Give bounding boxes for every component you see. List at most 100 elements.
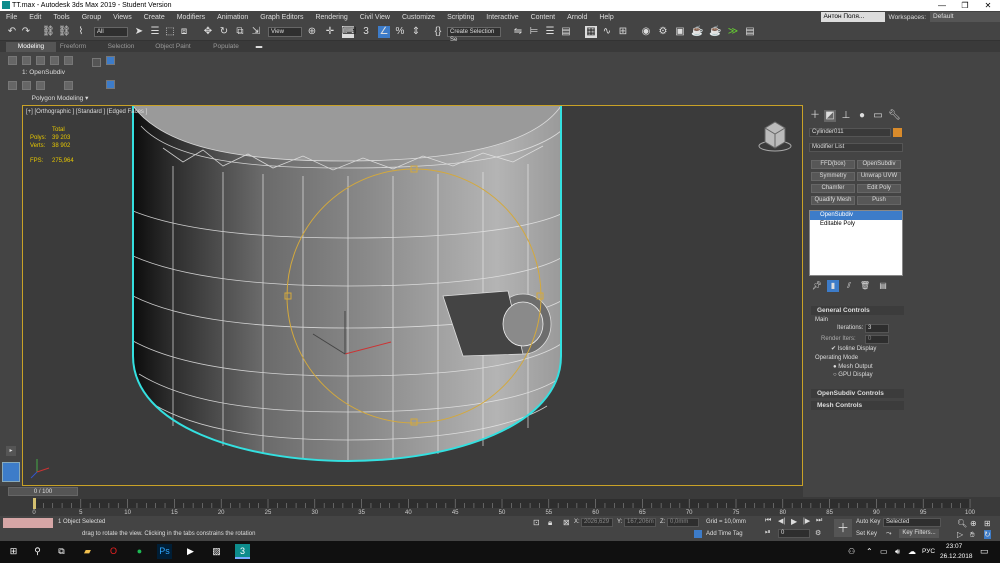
viewport-label[interactable]: [+] [Orthographic ] [Standard ] [Edged F… bbox=[26, 109, 147, 115]
clock-time[interactable]: 23:07 bbox=[946, 543, 962, 550]
polygon-mode-icon[interactable] bbox=[50, 56, 59, 65]
z-coordinate-field[interactable]: 0,0mm bbox=[667, 518, 699, 527]
schematic-view-icon[interactable]: ⊞ bbox=[617, 26, 629, 38]
menu-help[interactable]: Help bbox=[593, 14, 619, 21]
close-button[interactable]: ✕ bbox=[976, 0, 1000, 11]
menu-views[interactable]: Views bbox=[107, 14, 138, 21]
search-icon[interactable]: ⚲ bbox=[30, 544, 45, 559]
clock-date[interactable]: 26.12.2018 bbox=[940, 553, 973, 560]
polygon-modeling-panel-title[interactable]: Polygon Modeling ▾ bbox=[20, 94, 100, 103]
snaps-toggle-icon[interactable]: 3 bbox=[360, 26, 372, 38]
absolute-mode-icon[interactable]: ⊠ bbox=[563, 518, 570, 527]
spotify-icon[interactable]: ● bbox=[132, 544, 147, 559]
zoom-icon[interactable]: 🔍︎ bbox=[957, 519, 967, 528]
chamfer-button[interactable]: Chamfer bbox=[811, 184, 855, 193]
placement-icon[interactable]: ⇲ bbox=[250, 26, 262, 38]
input-language[interactable]: РУС bbox=[922, 548, 935, 555]
menu-scripting[interactable]: Scripting bbox=[441, 14, 480, 21]
spinner-snap-icon[interactable]: ⇕ bbox=[410, 26, 422, 38]
menu-arnold[interactable]: Arnold bbox=[561, 14, 593, 21]
zoom-extents-icon[interactable]: ⊞ bbox=[984, 519, 991, 528]
link-icon[interactable]: ⛓ bbox=[42, 26, 55, 38]
ribbon-options-icon[interactable]: ▬ bbox=[252, 42, 266, 52]
unlink-icon[interactable]: ⛓ bbox=[58, 26, 71, 38]
default-in-out-tangent-icon[interactable]: ⤳ bbox=[886, 530, 892, 538]
auto-key-button[interactable]: Auto Key bbox=[856, 519, 880, 525]
display-panel-icon[interactable]: ▭ bbox=[872, 110, 884, 122]
element-mode-icon[interactable] bbox=[64, 56, 73, 65]
menu-civil-view[interactable]: Civil View bbox=[354, 14, 396, 21]
rotate-icon[interactable]: ↻ bbox=[218, 26, 230, 38]
menu-tools[interactable]: Tools bbox=[47, 14, 75, 21]
render-iters-spinner[interactable]: 0 bbox=[865, 335, 889, 344]
isolate-selection-icon[interactable]: ⊡ bbox=[533, 518, 540, 527]
select-manipulate-icon[interactable]: ✛ bbox=[324, 26, 336, 38]
ribbon-preview-icon[interactable] bbox=[106, 56, 115, 65]
tab-populate[interactable]: Populate bbox=[208, 42, 244, 52]
go-to-end-icon[interactable]: ⏭ bbox=[816, 517, 822, 525]
y-coordinate-field[interactable]: 167,206m bbox=[624, 518, 656, 527]
opensubdiv-controls-rollout[interactable]: OpenSubdiv Controls bbox=[811, 389, 904, 398]
go-to-start-icon[interactable]: ⏮ bbox=[765, 517, 771, 525]
volume-icon[interactable]: 🔊︎ bbox=[895, 547, 900, 557]
menu-edit[interactable]: Edit bbox=[23, 14, 47, 21]
mesh-controls-rollout[interactable]: Mesh Controls bbox=[811, 401, 904, 410]
user-account-dropdown[interactable]: Антон Поля... bbox=[820, 12, 885, 22]
pin-stack-icon-panel[interactable]: 📌︎ bbox=[811, 280, 823, 292]
mirror-icon[interactable]: ⇋ bbox=[512, 26, 524, 38]
move-icon[interactable]: ✥ bbox=[202, 26, 214, 38]
create-panel-icon[interactable]: ＋ bbox=[809, 110, 821, 122]
gpu-display-radio[interactable]: ○ GPU Display bbox=[833, 372, 873, 378]
field-of-view-icon[interactable]: ▷ bbox=[957, 530, 963, 539]
set-key-button[interactable]: Set Key bbox=[856, 531, 877, 537]
tab-object-paint[interactable]: Object Paint bbox=[150, 42, 196, 52]
next-frame-icon[interactable]: |▶ bbox=[803, 517, 810, 525]
push-button[interactable]: Push bbox=[857, 196, 901, 205]
quadify-mesh-button[interactable]: Quadify Mesh bbox=[811, 196, 855, 205]
redo-icon[interactable]: ↷ bbox=[20, 26, 32, 38]
menu-interactive[interactable]: Interactive bbox=[480, 14, 524, 21]
workspace-dropdown[interactable]: Default bbox=[930, 12, 1000, 22]
menu-group[interactable]: Group bbox=[76, 14, 107, 21]
menu-modifiers[interactable]: Modifiers bbox=[171, 14, 211, 21]
border-mode-icon[interactable] bbox=[36, 56, 45, 65]
isoline-display-checkbox[interactable]: ✔ Isoline Display bbox=[831, 345, 876, 352]
menu-content[interactable]: Content bbox=[525, 14, 562, 21]
photos-icon[interactable]: ▨ bbox=[209, 544, 224, 559]
task-view-icon[interactable]: ⧉ bbox=[54, 544, 69, 559]
vertex-mode-icon[interactable] bbox=[8, 56, 17, 65]
current-frame-field[interactable]: 0 bbox=[778, 529, 810, 538]
viewport-orthographic[interactable]: [+] [Orthographic ] [Standard ] [Edged F… bbox=[22, 105, 803, 486]
minimize-button[interactable]: — bbox=[930, 0, 954, 11]
toggle-ribbon-icon[interactable]: ▦ bbox=[585, 26, 597, 38]
menu-animation[interactable]: Animation bbox=[211, 14, 254, 21]
named-selection-set-dropdown[interactable]: Create Selection Se bbox=[447, 27, 501, 43]
scale-icon[interactable]: ⧉ bbox=[234, 26, 246, 38]
select-object-icon[interactable]: ➤ bbox=[133, 26, 145, 38]
ribbon-side-button-icon[interactable] bbox=[92, 58, 101, 67]
toggle-scene-explorer-icon[interactable]: ☰ bbox=[544, 26, 556, 38]
photoshop-icon[interactable]: Ps bbox=[157, 544, 172, 559]
play-icon[interactable]: ▶ bbox=[791, 517, 797, 526]
key-filters-button[interactable]: Key Filters... bbox=[899, 529, 939, 538]
window-crossing-icon[interactable]: ⧈ bbox=[178, 26, 190, 38]
iterations-spinner[interactable]: 3 bbox=[865, 324, 889, 333]
modify-panel-icon[interactable]: ◩ bbox=[824, 110, 836, 122]
reference-coordinate-dropdown[interactable]: View bbox=[268, 27, 302, 37]
curve-editor-icon[interactable]: ∿ bbox=[601, 26, 613, 38]
viewport-layout-icon[interactable] bbox=[2, 462, 20, 482]
unwrap-uvw-button[interactable]: Unwrap UVW bbox=[857, 172, 901, 181]
opensubdiv-button[interactable]: OpenSubdiv bbox=[857, 160, 901, 169]
render-iterative-icon[interactable]: ☕ bbox=[709, 26, 721, 38]
stack-item-editable-poly[interactable]: Editable Poly bbox=[810, 220, 902, 229]
mesh-output-radio[interactable]: ● Mesh Output bbox=[833, 364, 873, 370]
time-tag-icon[interactable] bbox=[694, 530, 702, 538]
play-toggle-icon[interactable]: ▸ bbox=[6, 446, 16, 456]
menu-graph-editors[interactable]: Graph Editors bbox=[254, 14, 309, 21]
edit-poly-button[interactable]: Edit Poly bbox=[857, 184, 901, 193]
current-frame-marker[interactable] bbox=[33, 498, 36, 509]
onedrive-icon[interactable]: ☁ bbox=[908, 547, 916, 556]
menu-create[interactable]: Create bbox=[138, 14, 171, 21]
notifications-icon[interactable]: ▭ bbox=[980, 546, 989, 557]
make-unique-panel-icon[interactable]: ⫽ bbox=[843, 280, 855, 292]
